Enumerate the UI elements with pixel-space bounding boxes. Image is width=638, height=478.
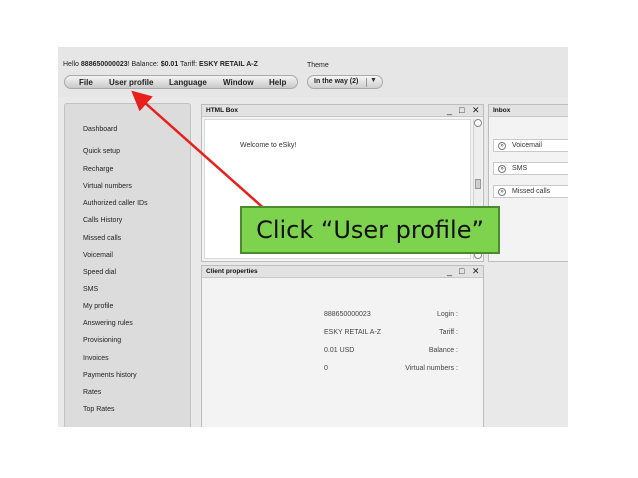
menu-file[interactable]: File [79,78,93,87]
theme-select[interactable]: In the way (2) ▼ [307,75,383,89]
callout-text: Click “User profile” [256,216,484,244]
double-chevron-down-icon: » [498,165,506,173]
inbox-title: Inbox [493,107,511,114]
inbox-item-missed-calls[interactable]: » Missed calls [493,185,568,198]
tariff-label: Tariff: [178,61,199,68]
balance-value: $0.01 [160,61,179,68]
chevron-down-icon: ▼ [370,77,377,84]
sidebar-item-invoices[interactable]: Invoices [83,355,109,362]
login-value: 888650000023 [324,311,371,318]
sidebar-item-recharge[interactable]: Recharge [83,166,113,173]
account-summary: Hello 888650000023! Balance: $0.01 Tarif… [63,61,258,68]
double-chevron-down-icon: » [498,142,506,150]
welcome-text: Welcome to eSky! [240,142,297,149]
close-icon[interactable]: ✕ [472,266,480,277]
theme-label: Theme [307,62,329,69]
sidebar-item-virtual-numbers[interactable]: Virtual numbers [83,183,132,190]
virtual-numbers-label: Virtual numbers : [405,365,458,372]
theme-value: In the way (2) [314,78,359,85]
inbox-panel: Inbox » Voicemail » SMS » Missed calls [488,104,568,262]
menu-user-profile[interactable]: User profile [109,78,153,87]
tariff-value: ESKY RETAIL A-Z [324,329,382,336]
sidebar-item-answering-rules[interactable]: Answering rules [83,320,133,327]
html-box-title: HTML Box [206,107,239,114]
account-number: 888650000023 [80,61,128,68]
instruction-callout: Click “User profile” [240,206,500,254]
sidebar-item-voicemail[interactable]: Voicemail [83,252,113,259]
sidebar-item-missed-calls[interactable]: Missed calls [83,235,121,242]
top-bar: Hello 888650000023! Balance: $0.01 Tarif… [58,47,568,97]
hello-text: Hello [63,61,81,68]
sidebar-item-rates[interactable]: Rates [83,389,101,396]
double-chevron-down-icon: » [498,188,506,196]
client-properties-title: Client properties [206,268,258,275]
sidebar-item-provisioning[interactable]: Provisioning [83,337,121,344]
maximize-icon[interactable]: □ [459,266,464,277]
sidebar-item-sms[interactable]: SMS [83,286,98,293]
inbox-item-label: Voicemail [512,142,542,149]
scroll-up-icon[interactable] [474,119,482,127]
sidebar-item-top-rates[interactable]: Top Rates [83,406,115,413]
sidebar-item-speed-dial[interactable]: Speed dial [83,269,116,276]
minimize-icon[interactable]: _ [447,266,452,277]
html-box-titlebar: HTML Box _ □ ✕ [202,105,483,117]
maximize-icon[interactable]: □ [459,105,464,116]
menu-language[interactable]: Language [169,78,207,87]
sidebar: Dashboard Quick setup Recharge Virtual n… [64,103,191,427]
inbox-item-sms[interactable]: » SMS [493,162,568,175]
sidebar-item-dashboard[interactable]: Dashboard [83,126,117,133]
close-icon[interactable]: ✕ [472,105,480,116]
inbox-item-label: Missed calls [512,188,551,195]
inbox-item-voicemail[interactable]: » Voicemail [493,139,568,152]
menu-bar: File User profile Language Window Help [64,75,298,89]
sidebar-item-quick-setup[interactable]: Quick setup [83,148,120,155]
minimize-icon[interactable]: _ [447,105,452,116]
balance-value: 0.01 USD [324,347,355,354]
balance-label: ! Balance: [127,61,161,68]
virtual-numbers-value: 0 [324,365,328,372]
menu-help[interactable]: Help [269,78,286,87]
client-properties-titlebar: Client properties _ □ ✕ [202,266,483,278]
balance-label: Balance : [428,347,458,354]
tariff-value: ESKY RETAIL A-Z [199,61,258,68]
sidebar-item-my-profile[interactable]: My profile [83,303,113,310]
inbox-titlebar: Inbox [489,105,568,117]
client-properties-panel: Client properties _ □ ✕ Login : 88865000… [201,265,484,427]
scroll-thumb[interactable] [475,179,481,189]
sidebar-item-payments-history[interactable]: Payments history [83,372,137,379]
menu-window[interactable]: Window [223,78,254,87]
sidebar-item-authorized-caller-ids[interactable]: Authorized caller IDs [83,200,148,207]
sidebar-item-calls-history[interactable]: Calls History [83,217,122,224]
select-divider [366,78,367,87]
inbox-item-label: SMS [512,165,528,172]
